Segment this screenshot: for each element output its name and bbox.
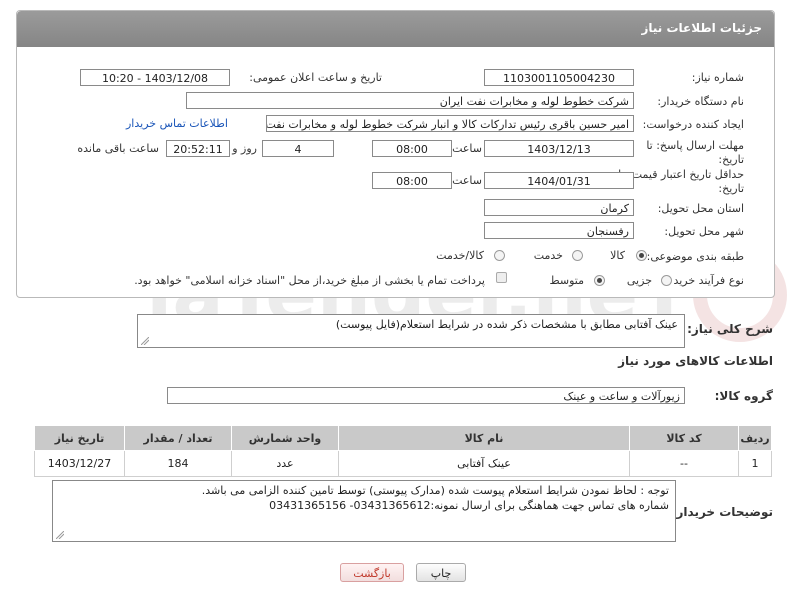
days-label: روز و	[232, 142, 257, 155]
validity-label-date: تاریخ:	[718, 182, 744, 195]
validity-time-field: 08:00	[372, 172, 452, 189]
panel-header: جزئیات اطلاعات نیاز	[17, 11, 774, 47]
table-row[interactable]: 1 -- عینک آفتابی عدد 184 1403/12/27	[34, 450, 772, 477]
city-field: رفسنجان	[484, 222, 634, 239]
buyer-notes-line-2: شماره های تماس جهت هماهنگی برای ارسال نم…	[269, 499, 669, 512]
remaining-label: ساعت باقی مانده	[77, 142, 159, 155]
col-unit: واحد شمارش	[231, 425, 339, 451]
cell-quantity: 184	[124, 450, 232, 477]
buyer-notes-line-1: توجه : لحاظ نمودن شرایط استعلام پیوست شد…	[201, 484, 669, 497]
need-number-field: 1103001105004230	[484, 69, 634, 86]
col-need-date: تاریخ نیاز	[34, 425, 125, 451]
goods-group-field: زیورآلات و ساعت و عینک	[167, 387, 685, 404]
print-button[interactable]: چاپ	[416, 563, 466, 582]
category-radio-goods[interactable]	[636, 250, 647, 261]
panel-title: جزئیات اطلاعات نیاز	[641, 21, 762, 35]
treasury-payment-note: پرداخت تمام یا بخشی از مبلغ خرید،از محل …	[134, 274, 485, 287]
province-label: استان محل تحویل:	[657, 202, 744, 215]
buyer-field: شرکت خطوط لوله و مخابرات نفت ایران	[186, 92, 634, 109]
deadline-label: مهلت ارسال پاسخ: تا	[646, 139, 744, 152]
cell-unit: عدد	[231, 450, 339, 477]
announce-field: 1403/12/08 - 10:20	[80, 69, 230, 86]
remaining-time-field: 20:52:11	[166, 140, 230, 157]
cell-need-date: 1403/12/27	[34, 450, 125, 477]
col-goods-code: کد کالا	[629, 425, 739, 451]
cell-row-number: 1	[738, 450, 772, 477]
description-text: عینک آفتابی مطابق با مشخصات ذکر شده در ش…	[335, 318, 678, 331]
deadline-time-label: ساعت	[452, 142, 482, 155]
process-option-minor: جزیی	[626, 274, 652, 287]
cell-goods-code: --	[629, 450, 739, 477]
goods-section-title: اطلاعات کالاهای مورد نیاز	[618, 354, 773, 368]
resize-grip-icon[interactable]	[141, 337, 149, 345]
description-field: عینک آفتابی مطابق با مشخصات ذکر شده در ش…	[137, 314, 685, 348]
goods-table: ردیف کد کالا نام کالا واحد شمارش تعداد /…	[34, 425, 772, 477]
process-radio-minor[interactable]	[661, 275, 672, 286]
validity-date-field: 1404/01/31	[484, 172, 634, 189]
col-quantity: تعداد / مقدار	[124, 425, 232, 451]
category-option-goods: کالا	[610, 249, 625, 262]
description-label: شرح کلی نیاز:	[687, 322, 773, 336]
col-goods-name: نام کالا	[338, 425, 630, 451]
remaining-days-field: 4	[262, 140, 334, 157]
cell-goods-name: عینک آفتابی	[338, 450, 630, 477]
need-number-label: شماره نیاز:	[691, 71, 744, 84]
buyer-notes-field: توجه : لحاظ نمودن شرایط استعلام پیوست شد…	[52, 480, 676, 542]
announce-label: تاریخ و ساعت اعلان عمومی:	[249, 71, 382, 84]
treasury-payment-checkbox[interactable]	[496, 272, 507, 283]
validity-label: حداقل تاریخ اعتبار قیمت: تا	[618, 168, 744, 181]
city-label: شهر محل تحویل:	[664, 225, 744, 238]
back-button[interactable]: بازگشت	[340, 563, 404, 582]
col-row-number: ردیف	[738, 425, 772, 451]
process-option-medium: متوسط	[549, 274, 584, 287]
process-label: نوع فرآیند خرید :	[666, 274, 744, 287]
province-field: کرمان	[484, 199, 634, 216]
buyer-notes-label: توضیحات خریدار:	[671, 505, 773, 519]
deadline-label-date: تاریخ:	[718, 153, 744, 166]
deadline-date-field: 1403/12/13	[484, 140, 634, 157]
resize-grip-icon[interactable]	[56, 531, 64, 539]
category-radio-service[interactable]	[572, 250, 583, 261]
creator-field: امیر حسین باقری رئیس تدارکات کالا و انبا…	[266, 115, 634, 132]
goods-group-label: گروه کالا:	[714, 389, 773, 403]
deadline-time-field: 08:00	[372, 140, 452, 157]
goods-table-header: ردیف کد کالا نام کالا واحد شمارش تعداد /…	[34, 425, 772, 451]
buyer-label: نام دستگاه خریدار:	[657, 95, 744, 108]
category-option-service: خدمت	[533, 249, 563, 262]
category-label: طبقه بندی موضوعی:	[646, 250, 744, 263]
creator-label: ایجاد کننده درخواست:	[642, 118, 744, 131]
category-radio-both[interactable]	[494, 250, 505, 261]
process-radio-medium[interactable]	[594, 275, 605, 286]
category-option-both: کالا/خدمت	[436, 249, 484, 262]
buyer-contact-link[interactable]: اطلاعات تماس خریدار	[126, 117, 228, 130]
validity-time-label: ساعت	[452, 174, 482, 187]
